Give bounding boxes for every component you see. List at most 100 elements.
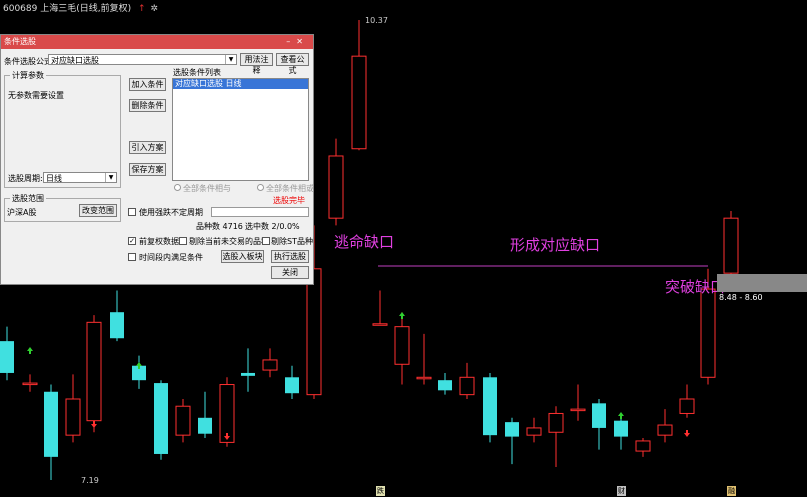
exclude-suspended-checkbox[interactable] [179,237,187,245]
dialog-title: 条件选股 [4,37,36,46]
candle [198,391,212,439]
candle-body [65,398,81,436]
stock-screener-dialog: 条件选股 –✕ 条件选股公式 对应缺口选股 ▼ 用法注释 查看公式 计算参数 无… [0,34,314,285]
candle-body [700,288,716,378]
exclude-suspended-label: 剔除当前未交易的品种 [189,237,269,246]
condition-list[interactable]: 对应缺口选股 日线 [172,78,309,181]
candle-body [394,326,410,365]
candle-body [723,217,739,274]
period-select[interactable]: 日线 ▼ [43,172,117,183]
view-formula-button[interactable]: 查看公式 [276,53,309,75]
candle [65,374,81,443]
prev-adj-label: 前复权数据 [139,237,179,246]
up-arrow-marker-icon [399,312,405,319]
usage-button[interactable]: 用法注释 [240,53,273,75]
annotation-breakout-gap: 突破缺口 [665,278,726,296]
formula-label: 条件选股公式 [4,57,52,66]
time-period-checkbox[interactable] [128,253,136,261]
condition-list-item[interactable]: 对应缺口选股 日线 [173,79,308,89]
candle [570,384,586,421]
add-condition-button[interactable]: 加入条件 [129,78,166,91]
radio-or[interactable] [257,184,264,191]
radio-and-label: 全部条件相与 [183,184,231,193]
candle-body [86,321,102,422]
candle-body [285,377,299,394]
calc-params-group: 计算参数 无参数需要设置 选股周期: 日线 ▼ [4,70,121,188]
calc-params-title: 计算参数 [10,70,46,81]
condition-list-title: 选股条件列表 [173,68,221,77]
candle-body [570,408,586,412]
chevron-down-icon[interactable]: ▼ [225,55,236,64]
candle [154,380,168,460]
window-controls[interactable]: –✕ [286,35,309,49]
close-icon[interactable]: ✕ [296,37,309,46]
prev-adj-checkbox[interactable]: ✓ [128,237,136,245]
axis-marker-rong[interactable]: 融 [727,486,736,496]
period-label: 选股周期: [8,174,43,183]
candle [22,374,38,392]
dialog-title-bar[interactable]: 条件选股 –✕ [1,35,313,49]
candle-body [526,427,542,436]
exclude-st-checkbox[interactable] [262,237,270,245]
candle-body [657,424,673,436]
candle [110,290,124,342]
candle-body [351,55,367,150]
candle-body [262,359,278,371]
candle-body [548,412,564,433]
exclude-st-label: 剔除ST品种 [271,237,313,246]
candle [285,365,299,399]
high-price-label: 10.37 [365,16,388,25]
save-plan-button[interactable]: 保存方案 [129,163,166,176]
candle [175,398,191,443]
candle-body [592,403,606,428]
execute-button[interactable]: 执行选股 [271,250,309,263]
settings-gear-icon[interactable]: ✲ [150,4,158,14]
candle-body [635,440,651,452]
candle [635,438,651,457]
candle [679,384,695,418]
candle [438,372,452,395]
pick-done-status: 选股完毕 [273,196,305,205]
scope-title: 选股范围 [10,193,46,204]
chevron-down-icon[interactable]: ▼ [105,173,116,182]
formula-value: 对应缺口选股 [51,56,99,65]
stock-count: 品种数 4716 [196,222,243,231]
axis-marker-cai[interactable]: 财 [617,486,626,496]
candle [505,417,519,465]
use-custom-range-label: 使用强跌不定周期 [139,208,203,217]
close-button[interactable]: 关闭 [271,266,309,279]
use-custom-range-checkbox[interactable] [128,208,136,216]
candle-body [416,376,432,380]
candle [394,312,410,385]
candle-body [372,323,388,326]
axis-marker-die[interactable]: 跌 [376,486,385,496]
candle [262,348,278,378]
selected-count: 选中数 2/0.0% [245,222,300,231]
candle [592,398,606,450]
import-plan-button[interactable]: 引入方案 [129,141,166,154]
delete-condition-button[interactable]: 删除条件 [129,99,166,112]
candle [0,326,14,381]
scope-group: 选股范围 沪深A股 改变范围 [4,193,121,222]
radio-and[interactable] [174,184,181,191]
formula-select[interactable]: 对应缺口选股 ▼ [48,54,237,65]
candle [548,406,564,467]
candle-body [110,312,124,339]
time-period-label: 时间段内满足条件 [139,253,203,262]
candle-body [241,372,255,376]
candle [483,372,497,443]
custom-range-field[interactable] [211,207,309,217]
to-block-button[interactable]: 选股入板块 [221,250,264,263]
minimize-icon[interactable]: – [286,37,296,46]
candle [132,355,146,389]
change-scope-button[interactable]: 改变范围 [79,204,117,217]
up-arrow-icon[interactable]: ↑ [138,4,146,14]
candle [328,138,344,226]
no-params-text: 无参数需要设置 [8,91,64,100]
radio-or-label: 全部条件相或 [266,184,314,193]
candle-body [438,380,452,391]
candle-body [22,382,38,386]
candle-body [328,155,344,219]
annotation-form-gap: 形成对应缺口 [510,236,601,254]
price-range-label: 8.48 - 8.60 [719,293,763,302]
